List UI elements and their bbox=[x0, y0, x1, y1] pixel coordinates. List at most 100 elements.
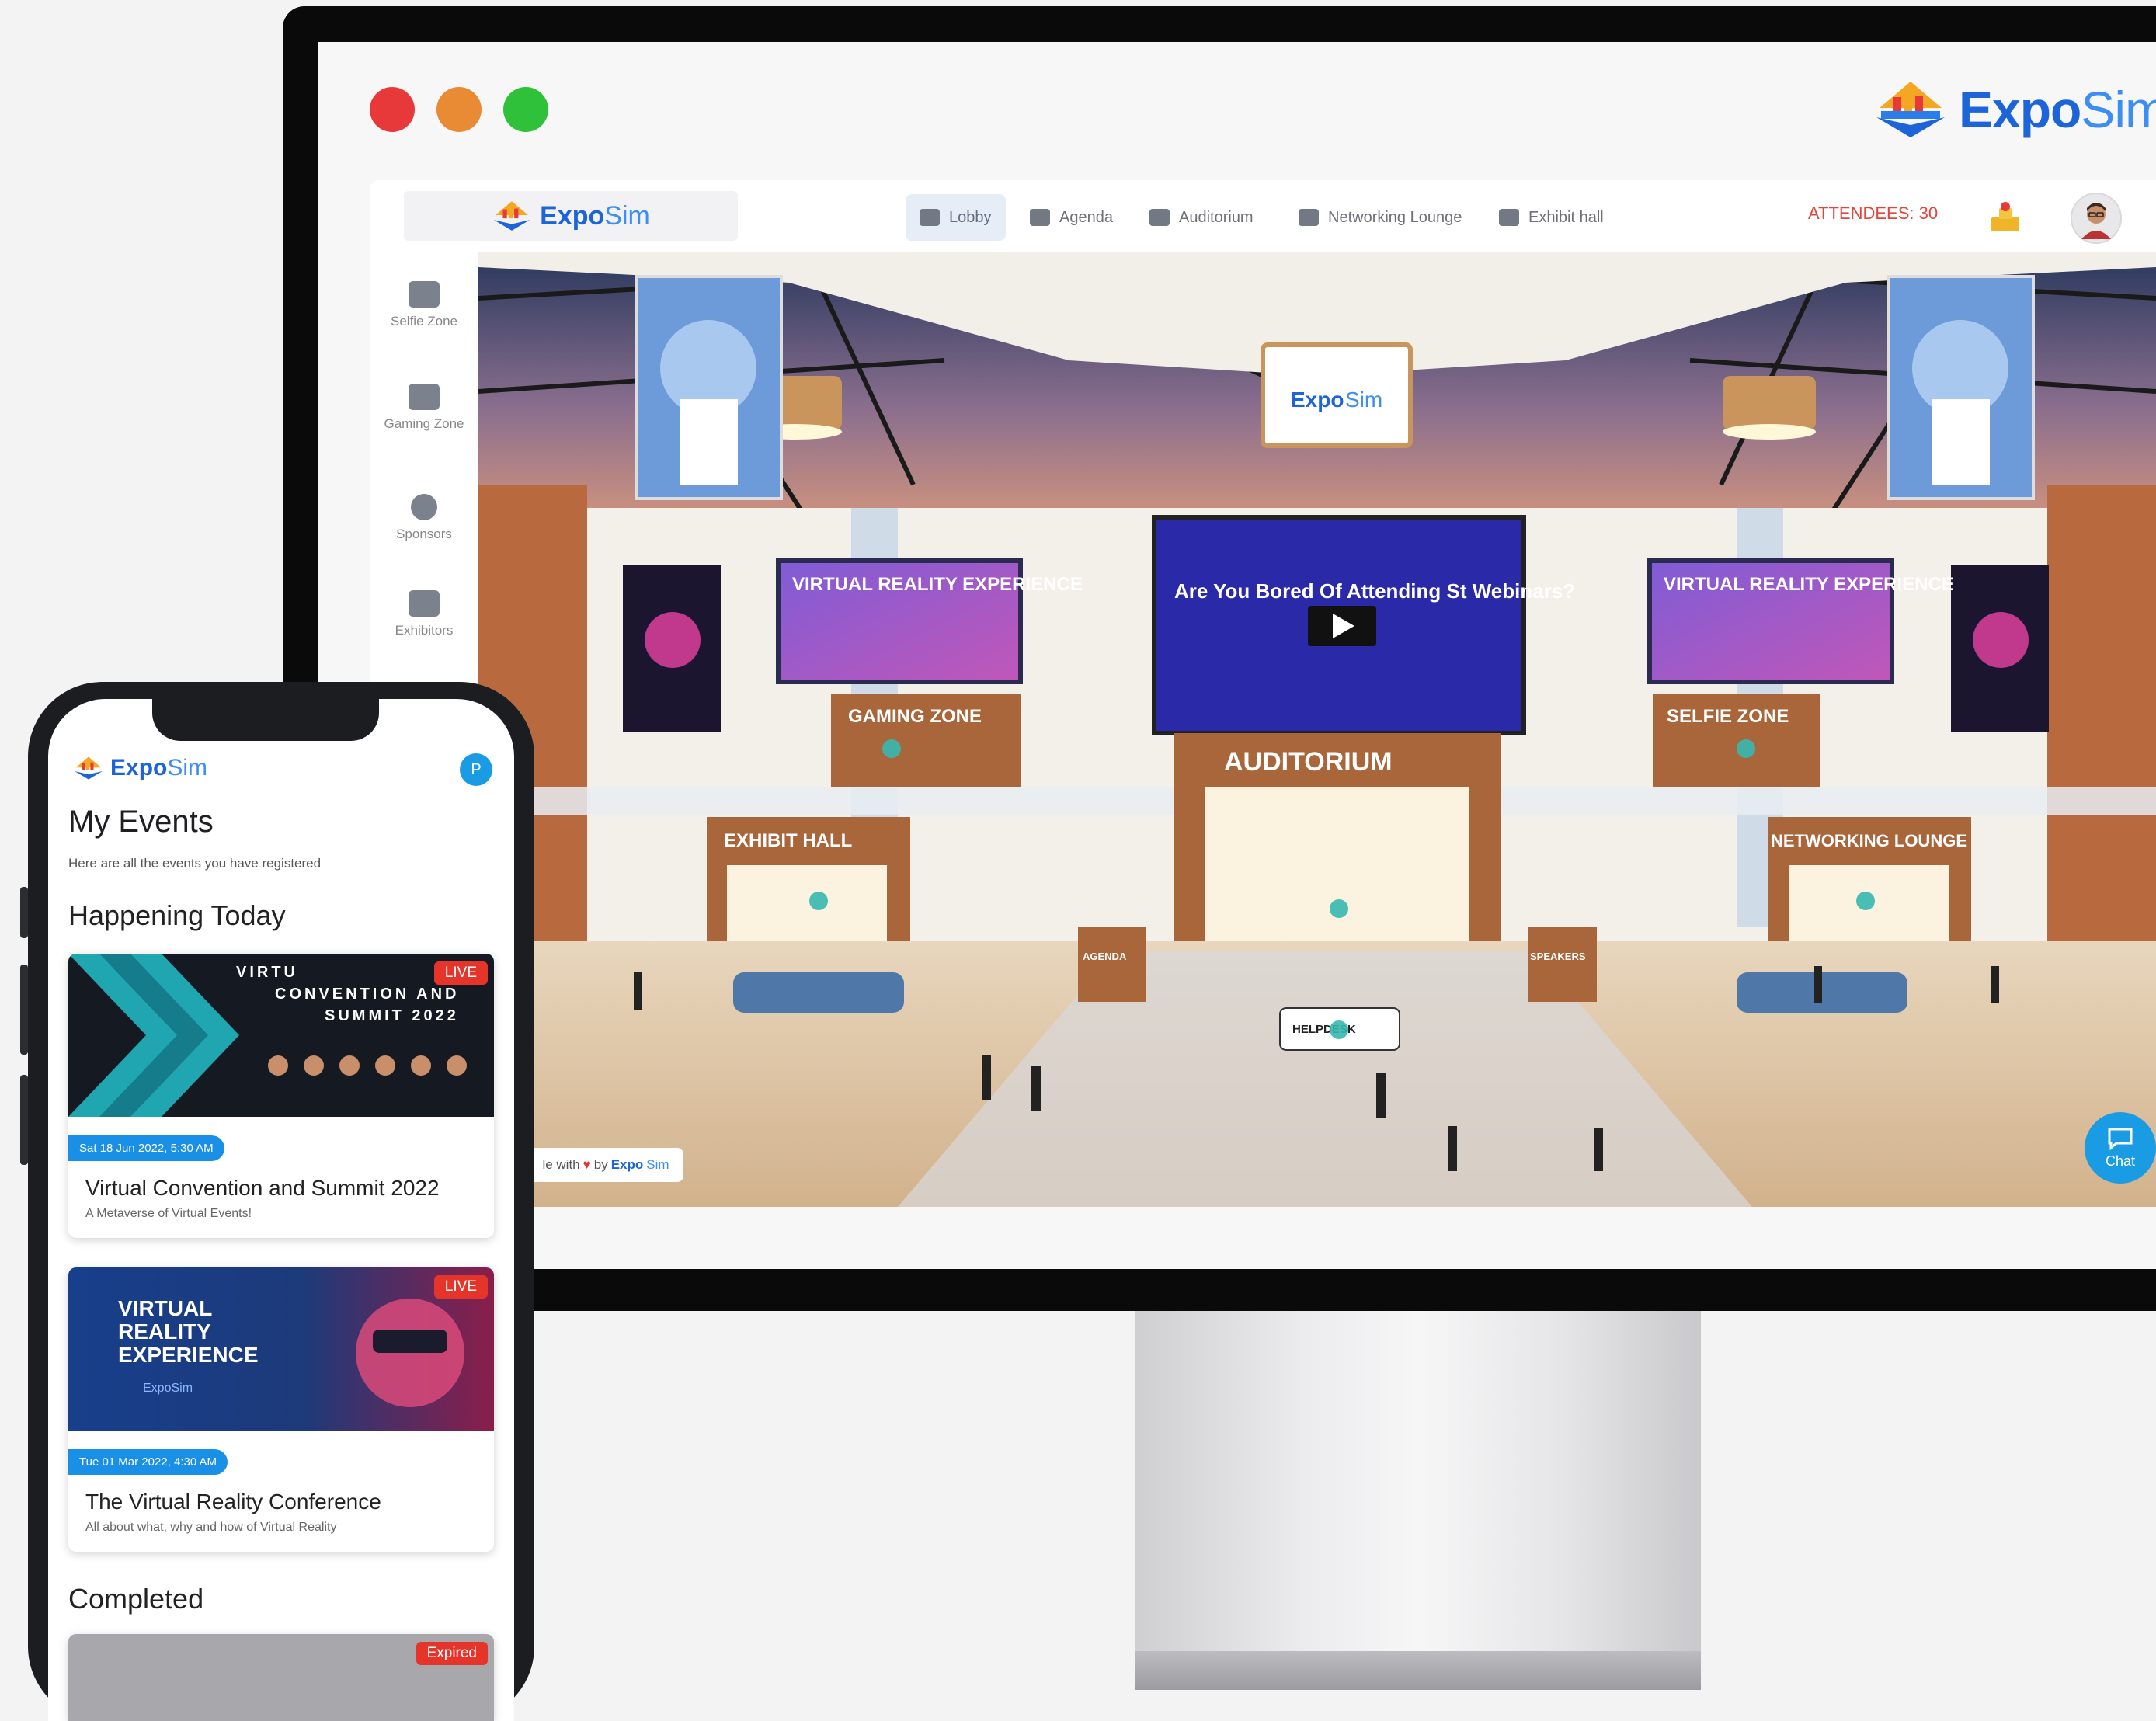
ceiling-logo-text: Expo bbox=[1291, 388, 1344, 412]
brand-logo: ExpoSim bbox=[1873, 75, 2156, 144]
chat-button[interactable]: Chat bbox=[2085, 1112, 2156, 1184]
made-with-brand-2: Sim bbox=[646, 1157, 669, 1172]
app-logo[interactable]: ExpoSim bbox=[404, 191, 738, 241]
live-badge: LIVE bbox=[433, 1275, 488, 1299]
app-logo-part1: Expo bbox=[540, 200, 605, 231]
phone-side-button bbox=[20, 887, 28, 938]
event-date: Sat 18 Jun 2022, 5:30 AM bbox=[68, 1135, 224, 1161]
speaker-avatars bbox=[268, 1055, 467, 1076]
event-description: All about what, why and how of Virtual R… bbox=[85, 1521, 337, 1534]
minimize-window-dot[interactable] bbox=[436, 87, 482, 132]
networking-lounge-sign: NETWORKING LOUNGE bbox=[1771, 831, 1967, 850]
mobile-logo[interactable]: ExpoSim bbox=[73, 755, 207, 781]
sponsors-icon bbox=[411, 494, 437, 520]
attendees-count: ATTENDEES: 30 bbox=[1808, 203, 1939, 223]
exposim-logo-icon bbox=[494, 201, 530, 231]
close-window-dot[interactable] bbox=[370, 87, 415, 132]
event-date: Tue 01 Mar 2022, 4:30 AM bbox=[68, 1449, 228, 1475]
lobby-icon bbox=[920, 209, 940, 226]
banner-line3: EXPERIENCE bbox=[118, 1343, 259, 1367]
sidebar-item-selfie-zone[interactable]: Selfie Zone bbox=[379, 281, 469, 329]
nav-exhibit-hall[interactable]: Exhibit hall bbox=[1485, 194, 1618, 241]
event-banner-art: VIRTU CONVENTION AND SUMMIT 2022 bbox=[68, 954, 467, 1117]
phone-side-button bbox=[20, 965, 28, 1055]
made-with-badge[interactable]: le with ♥ by Expo Sim bbox=[528, 1148, 683, 1182]
event-title: Virtual Convention and Summit 2022 bbox=[85, 1176, 440, 1200]
nav-auditorium[interactable]: Auditorium bbox=[1135, 194, 1268, 241]
monitor-stand bbox=[1135, 1311, 1701, 1687]
banner-line2: CONVENTION AND bbox=[275, 986, 459, 1003]
banner-line3: SUMMIT 2022 bbox=[325, 1007, 459, 1024]
sidebar-label: Exhibitors bbox=[395, 623, 454, 638]
made-with-by: by bbox=[593, 1157, 608, 1172]
nav-lobby[interactable]: Lobby bbox=[906, 194, 1006, 241]
user-avatar[interactable] bbox=[2071, 193, 2122, 244]
calendar-icon bbox=[1030, 209, 1050, 226]
main-video-text: Are You Bored Of Attending St Webinars? bbox=[1174, 579, 1575, 603]
selfie-icon bbox=[409, 281, 440, 308]
banner-logo: ExpoSim bbox=[143, 1382, 193, 1395]
chat-bubble-icon bbox=[2108, 1128, 2133, 1150]
auditorium-sign: AUDITORIUM bbox=[1224, 747, 1393, 777]
auditorium-icon bbox=[1149, 209, 1170, 226]
mobile-logo-part2: Sim bbox=[167, 755, 208, 781]
exhibitors-icon bbox=[409, 590, 440, 617]
phone-notch bbox=[152, 699, 379, 741]
mobile-user-avatar[interactable]: P bbox=[460, 753, 492, 786]
app-logo-part2: Sim bbox=[604, 200, 650, 231]
sidebar-label: Selfie Zone bbox=[391, 314, 457, 329]
brand-name-part2: Sim bbox=[2081, 81, 2156, 138]
exhibit-icon bbox=[1499, 209, 1519, 226]
virtual-lobby-scene: Expo Sim VIRTUAL REALITY EXPERIENCE VIRT… bbox=[478, 252, 2156, 1207]
event-banner: VIRTU CONVENTION AND SUMMIT 2022 LIVE bbox=[68, 954, 494, 1117]
brand-name-part1: Expo bbox=[1959, 81, 2081, 138]
nav-networking-lounge[interactable]: Networking Lounge bbox=[1285, 194, 1476, 241]
maximize-window-dot[interactable] bbox=[503, 87, 548, 132]
vr-screen-left-text: VIRTUAL REALITY EXPERIENCE bbox=[792, 574, 1083, 595]
sidebar-label: Gaming Zone bbox=[384, 416, 464, 431]
sidebar-label: Sponsors bbox=[396, 527, 452, 541]
lobby-illustration: Expo Sim VIRTUAL REALITY EXPERIENCE VIRT… bbox=[478, 252, 2156, 1207]
ceiling-logo-text-2: Sim bbox=[1345, 388, 1382, 412]
vr-screen-right-text: VIRTUAL REALITY EXPERIENCE bbox=[1664, 574, 1954, 595]
expired-badge: Expired bbox=[416, 1642, 488, 1665]
banner-line2: REALITY bbox=[118, 1319, 211, 1344]
agenda-kiosk-text: AGENDA bbox=[1083, 951, 1127, 962]
sidebar-item-sponsors[interactable]: Sponsors bbox=[379, 494, 469, 541]
nav-agenda[interactable]: Agenda bbox=[1016, 194, 1127, 241]
event-banner: VIRTUAL REALITY EXPERIENCE ExpoSim LIVE bbox=[68, 1267, 494, 1431]
selfie-zone-sign: SELFIE ZONE bbox=[1667, 706, 1789, 727]
live-badge: LIVE bbox=[433, 961, 488, 985]
sidebar-item-gaming-zone[interactable]: Gaming Zone bbox=[379, 384, 469, 431]
monitor-stand-base bbox=[1135, 1651, 1701, 1690]
exposim-logo-icon bbox=[1876, 82, 1945, 137]
event-description: A Metaverse of Virtual Events! bbox=[85, 1207, 252, 1220]
mobile-logo-part1: Expo bbox=[110, 755, 168, 781]
event-banner-completed: Expired bbox=[68, 1634, 494, 1721]
gaming-zone-sign: GAMING ZONE bbox=[848, 706, 982, 727]
heart-icon: ♥ bbox=[582, 1157, 591, 1172]
made-with-brand-1: Expo bbox=[610, 1157, 644, 1172]
event-banner-art: VIRTUAL REALITY EXPERIENCE ExpoSim bbox=[118, 1296, 464, 1407]
exposim-logo-icon bbox=[75, 756, 103, 780]
phone-side-button bbox=[20, 1075, 28, 1165]
nav-exhibit-label: Exhibit hall bbox=[1528, 208, 1604, 226]
event-card[interactable]: VIRTUAL REALITY EXPERIENCE ExpoSim LIVE … bbox=[68, 1267, 494, 1552]
page-subtitle: Here are all the events you have registe… bbox=[68, 856, 322, 871]
made-with-prefix: le with bbox=[542, 1157, 580, 1172]
section-completed: Completed bbox=[68, 1583, 204, 1615]
networking-icon bbox=[1299, 209, 1319, 226]
banner-line1: VIRTUAL bbox=[118, 1296, 212, 1320]
event-title: The Virtual Reality Conference bbox=[85, 1490, 381, 1514]
nav-lobby-label: Lobby bbox=[949, 208, 992, 226]
gamepad-icon bbox=[409, 384, 440, 410]
section-happening-today: Happening Today bbox=[68, 899, 286, 931]
leaderboard-icon[interactable] bbox=[1990, 200, 2021, 233]
nav-auditorium-label: Auditorium bbox=[1179, 208, 1254, 226]
nav-agenda-label: Agenda bbox=[1059, 208, 1113, 226]
avatar-face-icon bbox=[2081, 203, 2111, 239]
event-card[interactable]: VIRTU CONVENTION AND SUMMIT 2022 LIVE Sa… bbox=[68, 954, 494, 1238]
event-card-completed[interactable]: Expired bbox=[68, 1634, 494, 1721]
sidebar-item-exhibitors[interactable]: Exhibitors bbox=[379, 590, 469, 638]
exhibit-hall-sign: EXHIBIT HALL bbox=[724, 830, 852, 851]
